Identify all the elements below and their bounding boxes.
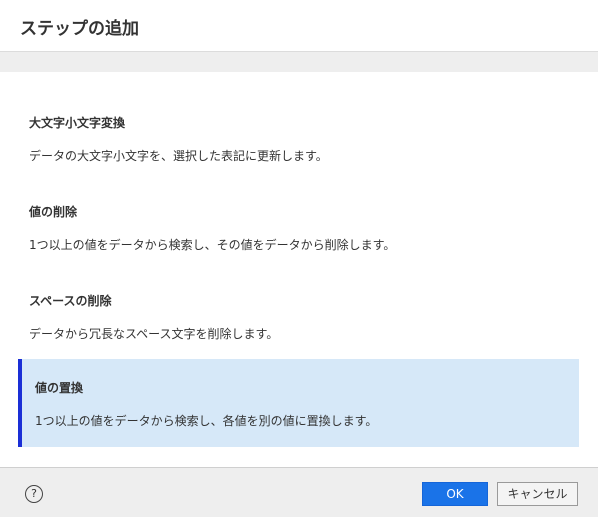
step-name: 値の置換: [35, 381, 84, 395]
step-name: 値の削除: [29, 205, 78, 219]
header-divider-band: [0, 52, 598, 72]
step-name: 大文字小文字変換: [29, 116, 126, 130]
step-description: データから冗長なスペース文字を削除します。: [29, 327, 279, 341]
step-item-replace-values[interactable]: 値の置換 1つ以上の値をデータから検索し、各値を別の値に置換します。: [18, 359, 579, 447]
dialog-title: ステップの追加: [20, 19, 139, 39]
add-step-dialog: ステップの追加 大文字小文字変換 データの大文字小文字を、選択した表記に更新しま…: [0, 0, 598, 517]
ok-button[interactable]: OK: [422, 482, 488, 506]
cancel-button[interactable]: キャンセル: [497, 482, 578, 506]
help-icon[interactable]: ?: [25, 485, 43, 503]
step-list: 大文字小文字変換 データの大文字小文字を、選択した表記に更新します。 値の削除 …: [0, 72, 598, 467]
step-name: スペースの削除: [29, 294, 112, 308]
step-item-case-conversion[interactable]: 大文字小文字変換 データの大文字小文字を、選択した表記に更新します。: [18, 72, 579, 163]
dialog-header: ステップの追加: [0, 0, 598, 52]
step-item-remove-values[interactable]: 値の削除 1つ以上の値をデータから検索し、その値をデータから削除します。: [18, 161, 579, 252]
dialog-footer: ? OK キャンセル: [0, 467, 598, 517]
step-item-remove-spaces[interactable]: スペースの削除 データから冗長なスペース文字を削除します。: [18, 250, 579, 341]
step-description: 1つ以上の値をデータから検索し、各値を別の値に置換します。: [35, 414, 378, 428]
